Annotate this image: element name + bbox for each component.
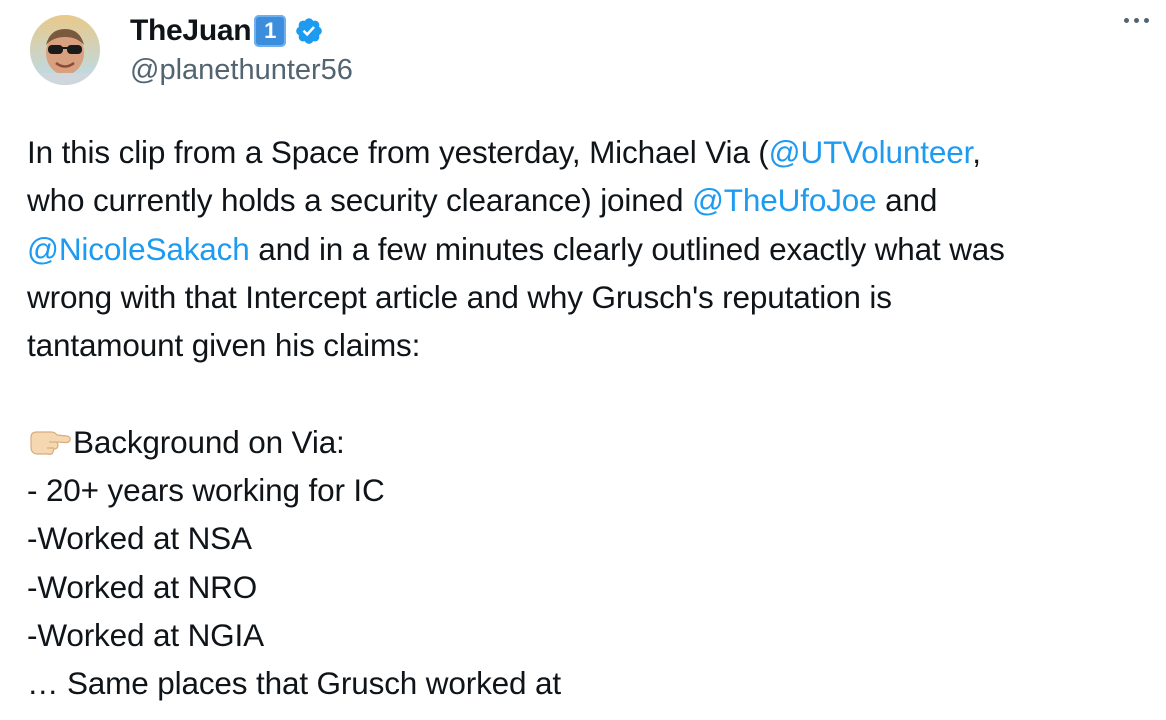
mention-link[interactable]: @TheUfoJoe bbox=[692, 182, 877, 218]
backhand-index-pointing-right-icon bbox=[27, 422, 71, 470]
keycap-one-emoji: 1 bbox=[254, 15, 287, 47]
name-row: TheJuan 1 bbox=[130, 12, 353, 50]
tweet: TheJuan 1 @planethunter56 In this clip f… bbox=[0, 0, 1166, 720]
mention-link[interactable]: @UTVolunteer bbox=[769, 134, 973, 170]
display-name[interactable]: TheJuan bbox=[130, 14, 252, 48]
list-item: -Worked at NRO bbox=[27, 568, 258, 605]
avatar[interactable] bbox=[30, 15, 100, 85]
text-line: Background on Via: bbox=[27, 418, 1152, 466]
author-block: TheJuan 1 @planethunter56 bbox=[130, 12, 353, 87]
avatar-image bbox=[30, 15, 100, 85]
tweet-text: In this clip from a Space from yesterday… bbox=[27, 128, 1152, 708]
mention-link[interactable]: @NicoleSakach bbox=[27, 231, 250, 267]
text-segment: , bbox=[972, 134, 981, 170]
text-line: wrong with that Intercept article and wh… bbox=[27, 278, 892, 315]
handle[interactable]: @planethunter56 bbox=[130, 54, 353, 87]
text-line: tantamount given his claims: bbox=[27, 327, 421, 364]
text-line: who currently holds a security clearance… bbox=[27, 176, 1152, 224]
text-segment: and in a few minutes clearly outlined ex… bbox=[249, 230, 1005, 267]
text-line: @NicoleSakach and in a few minutes clear… bbox=[27, 225, 1152, 273]
text-line: In this clip from a Space from yesterday… bbox=[27, 128, 1152, 176]
text-segment: and bbox=[876, 182, 938, 219]
text-segment: who currently holds a security clearance… bbox=[27, 182, 692, 219]
list-item: -Worked at NSA bbox=[27, 520, 252, 557]
text-segment: In this clip from a Space from yesterday… bbox=[27, 134, 769, 170]
text-segment: Background on Via: bbox=[73, 423, 345, 460]
list-item: -Worked at NGIA bbox=[27, 616, 264, 653]
list-item: … Same places that Grusch worked at bbox=[27, 665, 561, 702]
verified-badge-icon bbox=[294, 16, 324, 46]
more-options-icon[interactable] bbox=[1124, 18, 1149, 23]
list-item: - 20+ years working for IC bbox=[27, 472, 385, 509]
